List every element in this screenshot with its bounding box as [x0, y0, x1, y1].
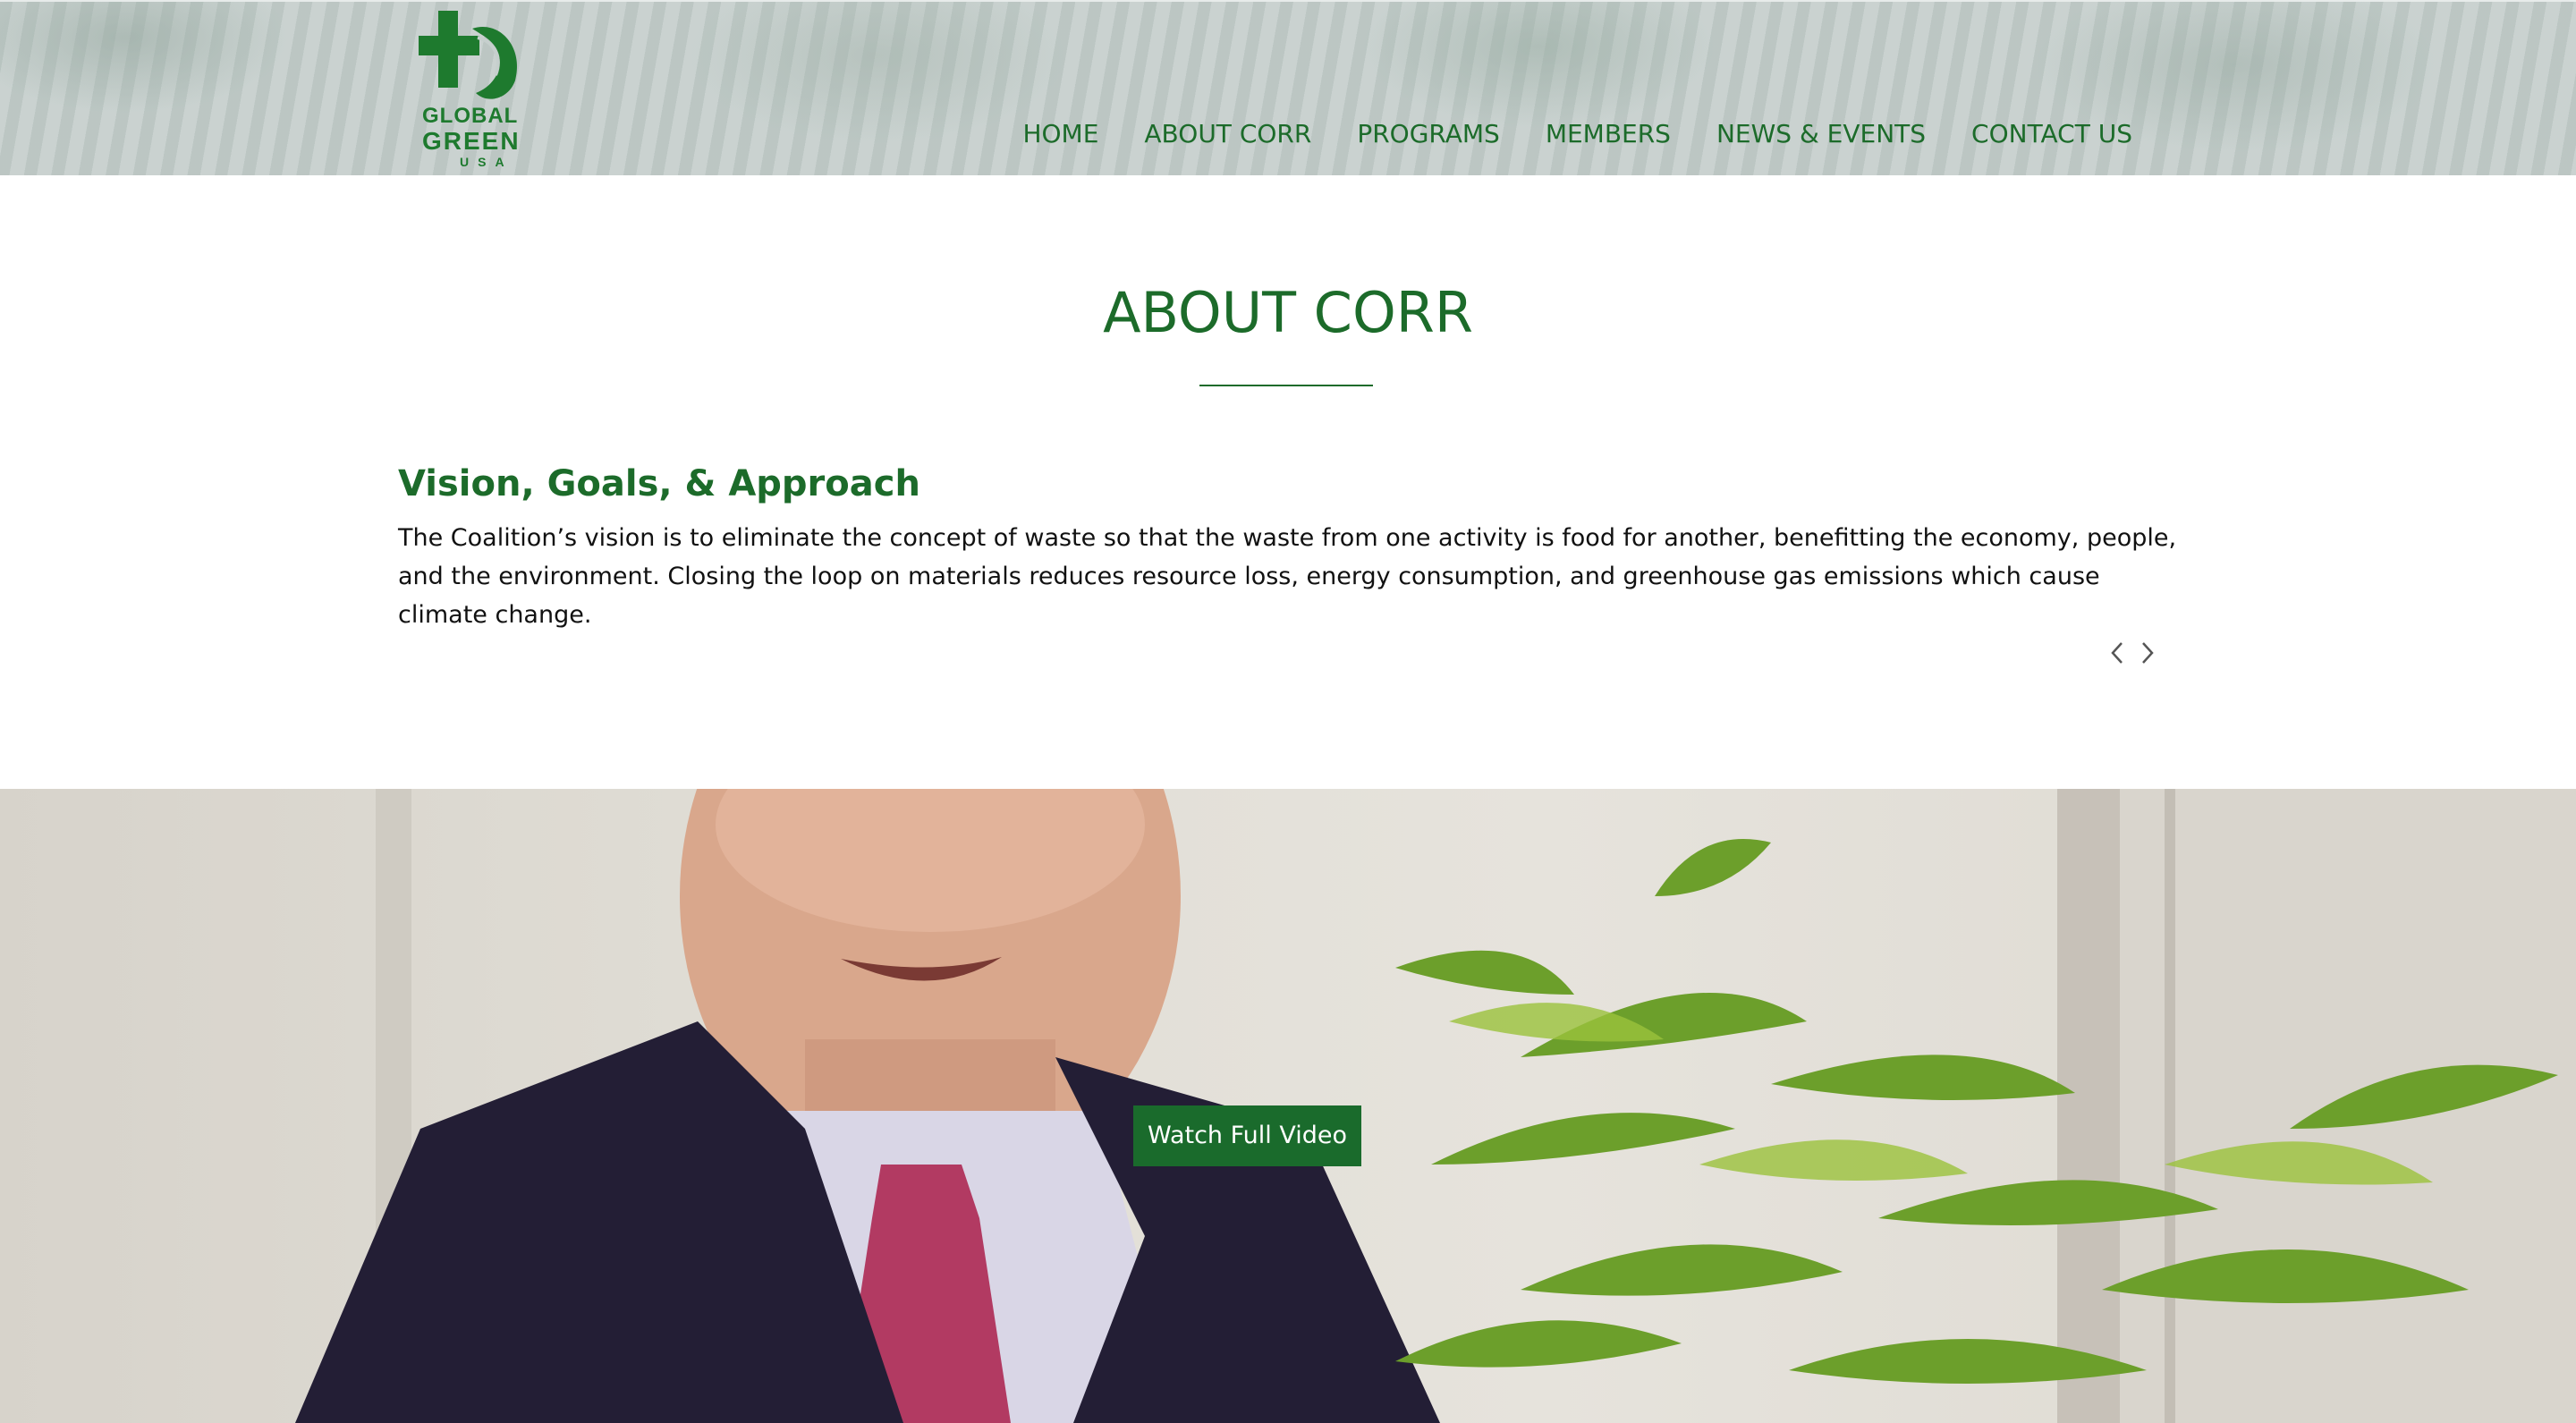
chevron-right-icon — [2142, 642, 2154, 664]
logo-cross-leaf-icon — [419, 11, 518, 99]
page-title: ABOUT CORR — [1103, 280, 1473, 345]
slider-pager — [2106, 637, 2159, 669]
watch-full-video-button[interactable]: Watch Full Video — [1133, 1105, 1361, 1166]
section-heading: Vision, Goals, & Approach — [398, 463, 920, 504]
logo-line-green: GREEN — [422, 127, 521, 155]
logo-wordmark: GLOBAL GREEN USA — [419, 104, 533, 169]
main-nav: HOME ABOUT CORR PROGRAMS MEMBERS NEWS & … — [977, 116, 2132, 152]
site-header: GLOBAL GREEN USA HOME ABOUT CORR PROGRAM… — [0, 0, 2576, 175]
nav-item-members[interactable]: MEMBERS — [1546, 116, 1671, 152]
section-body-text: The Coalition’s vision is to eliminate t… — [398, 524, 2177, 629]
nav-item-news-events[interactable]: NEWS & EVENTS — [1716, 116, 1926, 152]
nav-item-programs[interactable]: PROGRAMS — [1357, 116, 1499, 152]
title-divider — [1199, 385, 1373, 386]
nav-item-contact-us[interactable]: CONTACT US — [1971, 116, 2132, 152]
video-hero[interactable]: Watch Full Video — [0, 789, 2576, 1423]
nav-item-about-corr[interactable]: ABOUT CORR — [1144, 116, 1311, 152]
chevron-left-icon — [2111, 642, 2123, 664]
global-green-logo[interactable]: GLOBAL GREEN USA — [419, 11, 533, 168]
nav-item-home[interactable]: HOME — [1022, 116, 1098, 152]
logo-line-global: GLOBAL — [422, 104, 519, 128]
slider-prev-button[interactable] — [2106, 637, 2129, 669]
slider-next-button[interactable] — [2136, 637, 2159, 669]
logo-line-usa: USA — [460, 155, 513, 169]
